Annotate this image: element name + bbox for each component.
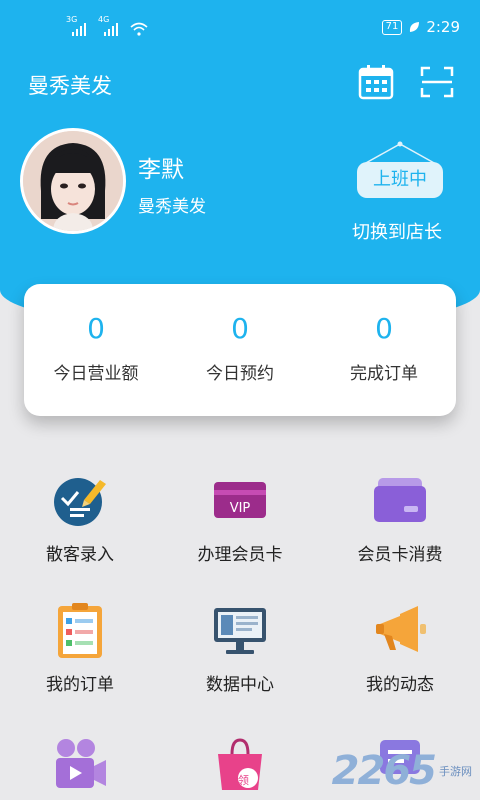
stat-label: 完成订单 <box>350 364 418 384</box>
video-camera-icon <box>56 739 106 788</box>
coupon-badge: 领 <box>238 774 249 787</box>
stat-value: 0 <box>87 312 105 345</box>
wifi-icon <box>130 22 148 36</box>
menu-my-orders[interactable]: 我的订单 <box>0 600 160 695</box>
app-title: 曼秀美发 <box>28 74 112 98</box>
tile-label: 我的动态 <box>366 675 434 695</box>
avatar[interactable] <box>20 128 126 234</box>
watermark-number: 2265 <box>331 748 437 794</box>
tile-label: 办理会员卡 <box>197 545 283 565</box>
tile-label: 数据中心 <box>206 675 274 695</box>
status-bar: 3G 4G 71 2:29 <box>0 0 480 56</box>
data-center-icon <box>214 608 266 654</box>
clock: 2:29 <box>426 18 460 36</box>
shop-name: 曼秀美发 <box>138 197 206 217</box>
status-right: 71 2:29 <box>381 18 460 36</box>
menu-walk-in-entry[interactable]: 散客录入 <box>0 470 160 565</box>
menu-member-card-payment[interactable]: 会员卡消费 <box>320 470 480 565</box>
stats-card: 0 今日营业额 0 今日预约 0 完成订单 <box>24 284 456 416</box>
stat-today-appointments[interactable]: 0 今日预约 <box>168 284 312 416</box>
avatar-image <box>23 131 123 231</box>
watermark-text: 手游网 <box>439 764 472 778</box>
leaf-icon <box>410 22 420 32</box>
member-card-payment-icon <box>374 478 426 522</box>
menu-my-updates[interactable]: 我的动态 <box>320 600 480 695</box>
scan-icon[interactable] <box>420 66 454 98</box>
user-name: 李默 <box>138 157 184 183</box>
signal-icon: 4G <box>98 16 122 36</box>
tile-label: 会员卡消费 <box>357 545 443 565</box>
stat-today-revenue[interactable]: 0 今日营业额 <box>24 284 168 416</box>
megaphone-icon <box>376 606 426 652</box>
tile-label: 我的订单 <box>46 675 114 695</box>
walk-in-entry-icon <box>54 478 106 526</box>
calendar-icon[interactable] <box>358 64 394 100</box>
stat-value: 0 <box>231 312 249 345</box>
stat-label: 今日预约 <box>206 364 274 384</box>
watermark: 2265 手游网 <box>332 748 472 794</box>
menu-vip-card[interactable]: VIP 办理会员卡 <box>160 470 320 565</box>
menu-coupon[interactable] <box>160 734 320 800</box>
stat-label: 今日营业额 <box>53 364 139 384</box>
stat-completed-orders[interactable]: 0 完成订单 <box>312 284 456 416</box>
vip-card-icon: VIP <box>214 482 266 518</box>
tile-label: 散客录入 <box>46 545 114 565</box>
duty-status-toggle[interactable]: 上班中 <box>357 162 443 198</box>
svg-text:VIP: VIP <box>230 501 251 516</box>
menu-data-center[interactable]: 数据中心 <box>160 600 320 695</box>
switch-to-manager-link[interactable]: 切换到店长 <box>352 218 442 244</box>
stat-value: 0 <box>375 312 393 345</box>
status-signals: 3G 4G <box>66 16 148 36</box>
menu-video[interactable] <box>0 734 160 800</box>
signal-icon: 3G <box>66 16 90 36</box>
battery-indicator: 71 <box>381 19 403 35</box>
order-clipboard-icon <box>58 603 102 658</box>
